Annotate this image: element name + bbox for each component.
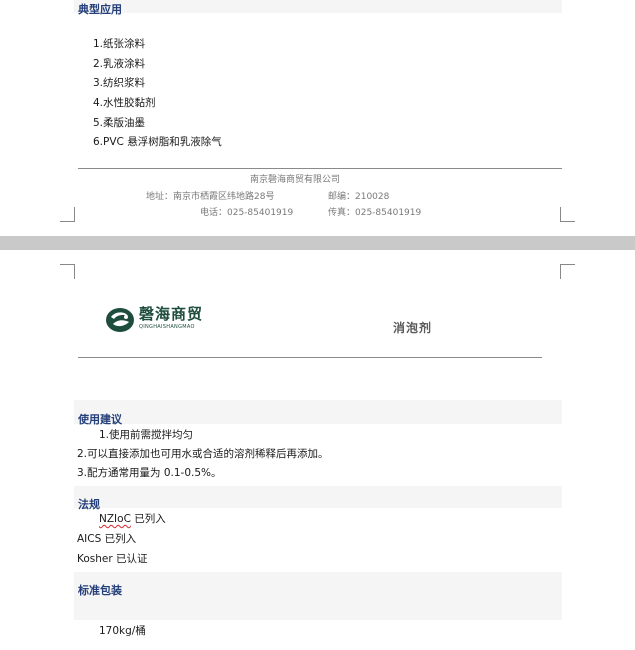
header-rule <box>78 357 542 358</box>
application-item: 4.水性胶黏剂 <box>93 97 156 109</box>
company-logo-icon <box>106 308 134 332</box>
usage-item: 2.可以直接添加也可用水或合适的溶剂稀释后再添加。 <box>77 448 329 460</box>
application-item: 3.纺织浆料 <box>93 77 146 89</box>
footer-postcode: 邮编：210028 <box>328 192 390 202</box>
logo-name: 磬海商贸 <box>139 305 204 323</box>
document-page-2: 磬海商贸 QINGHAISHANGMAO 消泡剂 使用建议 1.使用前需搅拌均匀… <box>0 250 635 650</box>
usage-item: 1.使用前需搅拌均匀 <box>99 429 194 441</box>
section-title-applications: 典型应用 <box>78 3 122 16</box>
section-band <box>74 0 562 13</box>
document-title: 消泡剂 <box>393 321 433 335</box>
regulation-nzioc-status: 已列入 <box>130 513 166 525</box>
packaging-value: 170kg/桶 <box>99 625 146 637</box>
company-logo-text: 磬海商贸 QINGHAISHANGMAO <box>139 305 204 331</box>
section-band <box>74 486 562 508</box>
section-band <box>74 572 562 620</box>
page-separator <box>0 236 635 250</box>
crop-mark <box>60 207 75 222</box>
usage-item: 3.配方通常用量为 0.1-0.5%。 <box>77 467 222 479</box>
section-band <box>74 400 562 424</box>
section-title-usage: 使用建议 <box>78 413 122 426</box>
crop-mark <box>60 264 75 279</box>
regulation-kosher: Kosher 已认证 <box>77 553 148 565</box>
crop-mark <box>560 264 575 279</box>
regulation-nzioc-code: NZIoC <box>99 513 131 525</box>
section-title-regulations: 法规 <box>78 498 100 511</box>
application-item: 5.柔版油墨 <box>93 117 146 129</box>
logo-subtitle: QINGHAISHANGMAO <box>139 324 195 330</box>
document-page-1: 典型应用 1.纸张涂料 2.乳液涂料 3.纺织浆料 4.水性胶黏剂 5.柔版油墨… <box>0 0 635 236</box>
section-title-packaging: 标准包装 <box>78 584 122 597</box>
application-item: 6.PVC 悬浮树脂和乳液除气 <box>93 136 222 148</box>
regulation-nzioc: NZIoC 已列入 <box>99 514 166 525</box>
footer-rule <box>78 168 562 169</box>
application-item: 1.纸张涂料 <box>93 38 146 50</box>
company-logo: 磬海商贸 QINGHAISHANGMAO <box>105 307 203 333</box>
footer-fax: 传真：025-85401919 <box>328 208 422 218</box>
footer-phone: 电话：025-85401919 <box>200 208 294 218</box>
regulation-aics: AICS 已列入 <box>77 533 137 545</box>
application-item: 2.乳液涂料 <box>93 58 146 70</box>
footer-address: 地址：南京市栖霞区纬地路28号 <box>146 192 275 202</box>
crop-mark <box>560 207 575 222</box>
footer-company: 南京磬海商贸有限公司 <box>250 175 341 185</box>
